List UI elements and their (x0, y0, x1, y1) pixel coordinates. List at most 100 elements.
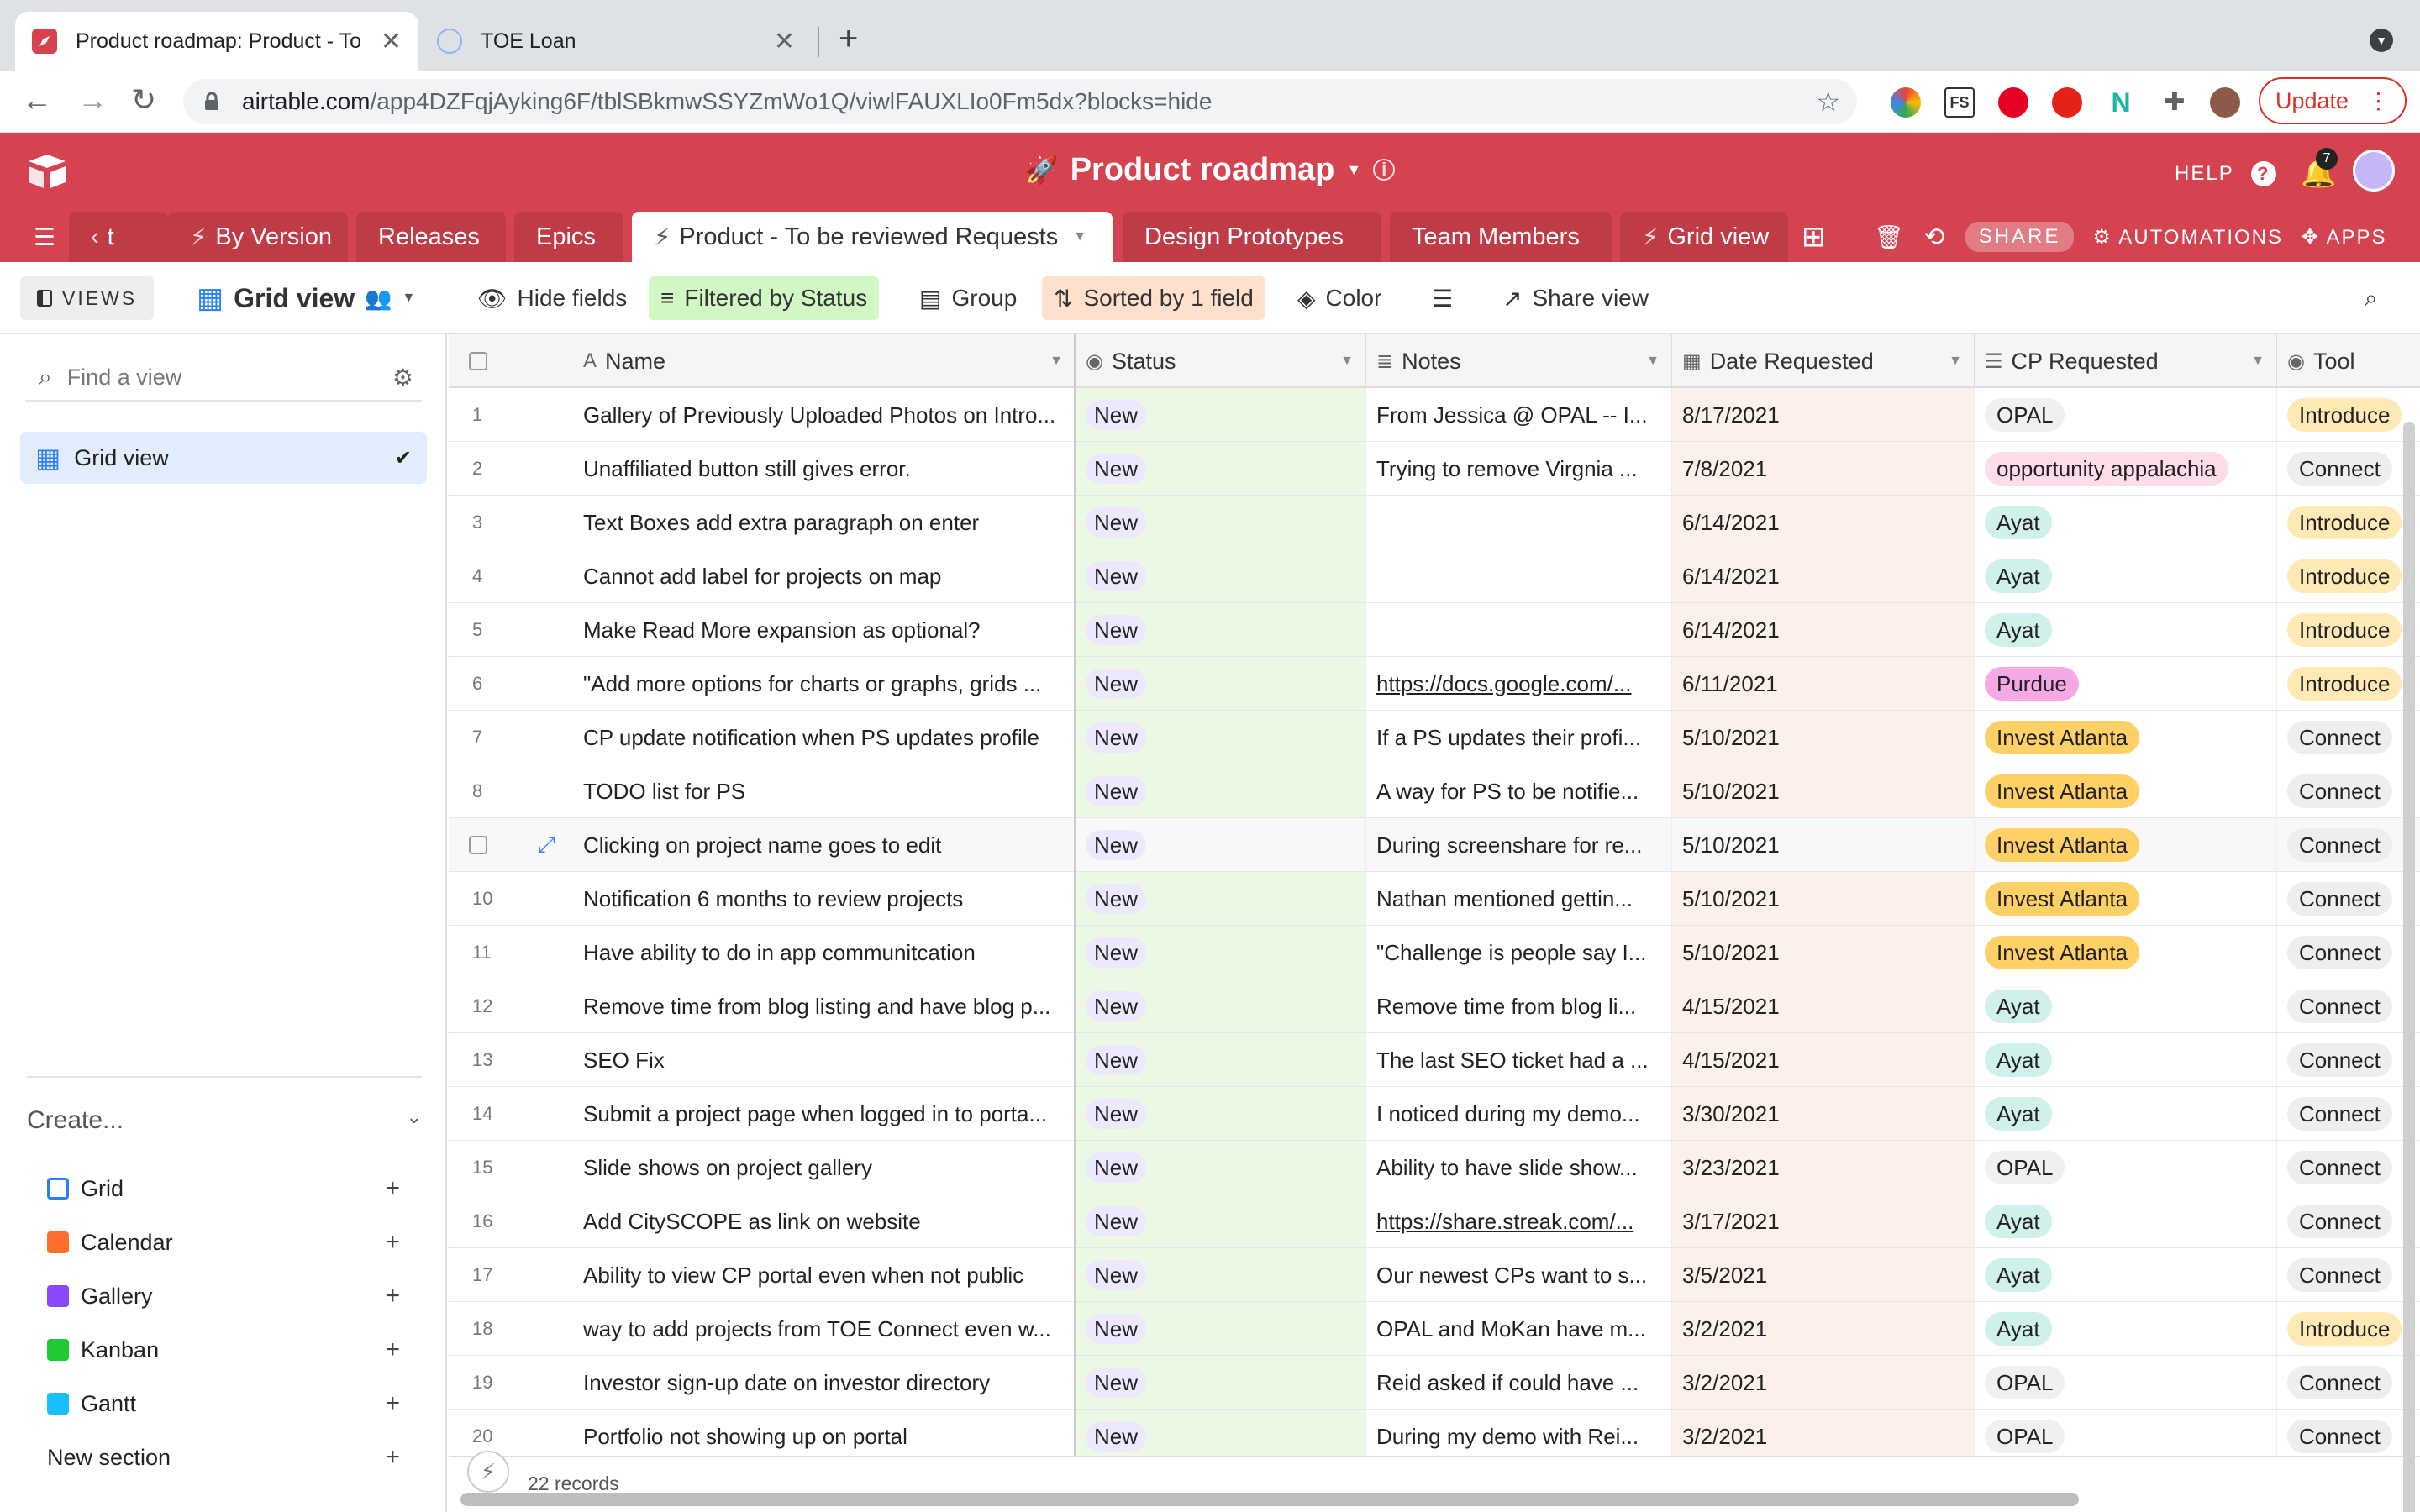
cell-cp[interactable]: Ayat (1975, 1087, 2277, 1141)
cell-notes[interactable] (1366, 603, 1672, 657)
cell-status[interactable]: New (1076, 496, 1366, 549)
cell-notes[interactable] (1366, 496, 1672, 549)
cell-cp[interactable]: Purdue (1975, 657, 2277, 711)
table-row[interactable]: 16 Add CitySCOPE as link on website New htt… (449, 1194, 2420, 1248)
create-calendar-view[interactable]: Calendar + (47, 1228, 400, 1257)
table-row[interactable]: 18 way to add projects from TOE Connect e… (449, 1302, 2420, 1356)
new-tab-icon[interactable]: + (839, 20, 858, 58)
cell-status[interactable]: New (1076, 603, 1366, 657)
cell-cp[interactable]: Invest Atlanta (1975, 818, 2277, 872)
table-row[interactable]: 14 Submit a project page when logged in t… (449, 1087, 2420, 1141)
cell-cp[interactable]: Invest Atlanta (1975, 926, 2277, 979)
cell-date[interactable]: 3/2/2021 (1672, 1302, 1975, 1356)
avatar[interactable] (2353, 150, 2395, 192)
cell-date[interactable]: 6/11/2021 (1672, 657, 1975, 711)
cell-notes[interactable]: https://share.streak.com/... (1366, 1194, 1672, 1248)
chevron-down-icon[interactable]: ▼ (1073, 229, 1086, 244)
history-icon[interactable]: ⟲ (1924, 223, 1947, 252)
row-number[interactable]: 18 (449, 1302, 561, 1356)
cell-tool[interactable]: Connect (2277, 1248, 2420, 1302)
cell-cp[interactable]: Ayat (1975, 549, 2277, 603)
table-tab-product-requests[interactable]: ⚡ Product - To be reviewed Requests ▼ (632, 212, 1113, 262)
cell-date[interactable]: 5/10/2021 (1672, 818, 1975, 872)
cell-status[interactable]: New (1076, 764, 1366, 818)
cell-date[interactable]: 3/5/2021 (1672, 1248, 1975, 1302)
cell-tool[interactable]: Connect (2277, 442, 2420, 496)
table-row[interactable]: 10 Notification 6 months to review projec… (449, 872, 2420, 926)
tab-search-chevron-icon[interactable]: ▼ (2370, 29, 2393, 52)
table-row[interactable]: 17 Ability to view CP portal even when no… (449, 1248, 2420, 1302)
cell-notes-text[interactable]: https://docs.google.com/... (1376, 671, 1632, 697)
cell-date[interactable]: 8/17/2021 (1672, 388, 1975, 442)
cell-name[interactable]: Gallery of Previously Uploaded Photos on… (561, 388, 1076, 442)
shield-extension-icon[interactable] (2052, 87, 2082, 118)
table-tab-design-prototypes[interactable]: Design Prototypes (1123, 212, 1381, 262)
url-field[interactable]: airtable.com/app4DZFqjAyking6F/tblSBkmwS… (183, 79, 1857, 124)
cell-date[interactable]: 6/14/2021 (1672, 549, 1975, 603)
update-button[interactable]: Update ⋮ (2259, 77, 2407, 124)
table-row[interactable]: 8 TODO list for PS New A way for PS to be n… (449, 764, 2420, 818)
cell-status[interactable]: New (1076, 1248, 1366, 1302)
search-icon[interactable]: ⌕ (2353, 276, 2390, 320)
row-number[interactable]: 10 (449, 872, 561, 926)
cell-date[interactable]: 3/30/2021 (1672, 1087, 1975, 1141)
cell-notes[interactable]: If a PS updates their profi... (1366, 711, 1672, 764)
table-row[interactable]: 1 Gallery of Previously Uploaded Photos o… (449, 388, 2420, 442)
cell-notes[interactable]: From Jessica @ OPAL -- I... (1366, 388, 1672, 442)
table-tab-releases[interactable]: Releases (356, 212, 506, 262)
cell-cp[interactable]: Ayat (1975, 1302, 2277, 1356)
create-gantt-view[interactable]: Gantt + (47, 1389, 400, 1418)
cell-cp[interactable]: opportunity appalachia (1975, 442, 2277, 496)
horizontal-scrollbar[interactable] (460, 1493, 2079, 1506)
chevron-down-icon[interactable]: ▼ (1646, 354, 1660, 369)
create-new-section[interactable]: New section + (47, 1443, 400, 1472)
cell-cp[interactable]: Invest Atlanta (1975, 764, 2277, 818)
cell-tool[interactable]: Connect (2277, 979, 2420, 1033)
cell-notes[interactable] (1366, 549, 1672, 603)
cell-notes[interactable]: The last SEO ticket had a ... (1366, 1033, 1672, 1087)
row-number[interactable]: ⤢ (449, 818, 561, 872)
cell-cp[interactable]: Ayat (1975, 1033, 2277, 1087)
row-number[interactable]: 11 (449, 926, 561, 979)
cell-notes[interactable]: During screenshare for re... (1366, 818, 1672, 872)
cell-tool[interactable]: Introduce (2277, 657, 2420, 711)
color-picker-extension-icon[interactable] (1891, 87, 1921, 118)
cell-name[interactable]: Slide shows on project gallery (561, 1141, 1076, 1194)
help-link[interactable]: HELP ? (2175, 161, 2276, 186)
cell-status[interactable]: New (1076, 1141, 1366, 1194)
create-kanban-view[interactable]: Kanban + (47, 1336, 400, 1364)
puzzle-extensions-icon[interactable]: ✚ (2160, 87, 2190, 118)
cell-tool[interactable]: Introduce (2277, 1302, 2420, 1356)
column-header-date-requested[interactable]: ▦ Date Requested ▼ (1672, 334, 1975, 388)
create-grid-view[interactable]: Grid + (47, 1174, 400, 1203)
row-number[interactable]: 17 (449, 1248, 561, 1302)
info-icon[interactable]: i (1373, 159, 1396, 181)
cell-name[interactable]: Add CitySCOPE as link on website (561, 1194, 1076, 1248)
column-header-notes[interactable]: ≣ Notes ▼ (1366, 334, 1672, 388)
row-number[interactable]: 15 (449, 1141, 561, 1194)
filter-button[interactable]: ≡ Filtered by Status (649, 276, 880, 320)
cell-name[interactable]: Notification 6 months to review projects (561, 872, 1076, 926)
cell-name[interactable]: SEO Fix (561, 1033, 1076, 1087)
share-button[interactable]: SHARE (1965, 222, 2075, 252)
cell-notes[interactable]: OPAL and MoKan have m... (1366, 1302, 1672, 1356)
row-number[interactable]: 19 (449, 1356, 561, 1410)
cell-tool[interactable]: Connect (2277, 818, 2420, 872)
cell-status[interactable]: New (1076, 872, 1366, 926)
cell-status[interactable]: New (1076, 1033, 1366, 1087)
cell-date[interactable]: 3/17/2021 (1672, 1194, 1975, 1248)
chevron-down-icon[interactable]: ▼ (1949, 354, 1962, 369)
cell-tool[interactable]: Connect (2277, 764, 2420, 818)
forward-arrow-icon[interactable]: → (77, 82, 108, 118)
browser-tab-product-roadmap[interactable]: Product roadmap: Product - To ✕ (15, 12, 418, 71)
column-header-name[interactable]: A Name ▼ (561, 334, 1076, 388)
row-number[interactable]: 7 (449, 711, 561, 764)
column-header-cp-requested[interactable]: ☰ CP Requested ▼ (1975, 334, 2277, 388)
table-row[interactable]: ⤢ Clicking on project name goes to edit Ne… (449, 818, 2420, 872)
cell-tool[interactable]: Introduce (2277, 603, 2420, 657)
table-row[interactable]: 15 Slide shows on project gallery New Abili… (449, 1141, 2420, 1194)
table-row[interactable]: 4 Cannot add label for projects on map New… (449, 549, 2420, 603)
cell-status[interactable]: New (1076, 388, 1366, 442)
views-toggle-button[interactable]: VIEWS (20, 276, 155, 320)
table-row[interactable]: 12 Remove time from blog listing and have… (449, 979, 2420, 1033)
